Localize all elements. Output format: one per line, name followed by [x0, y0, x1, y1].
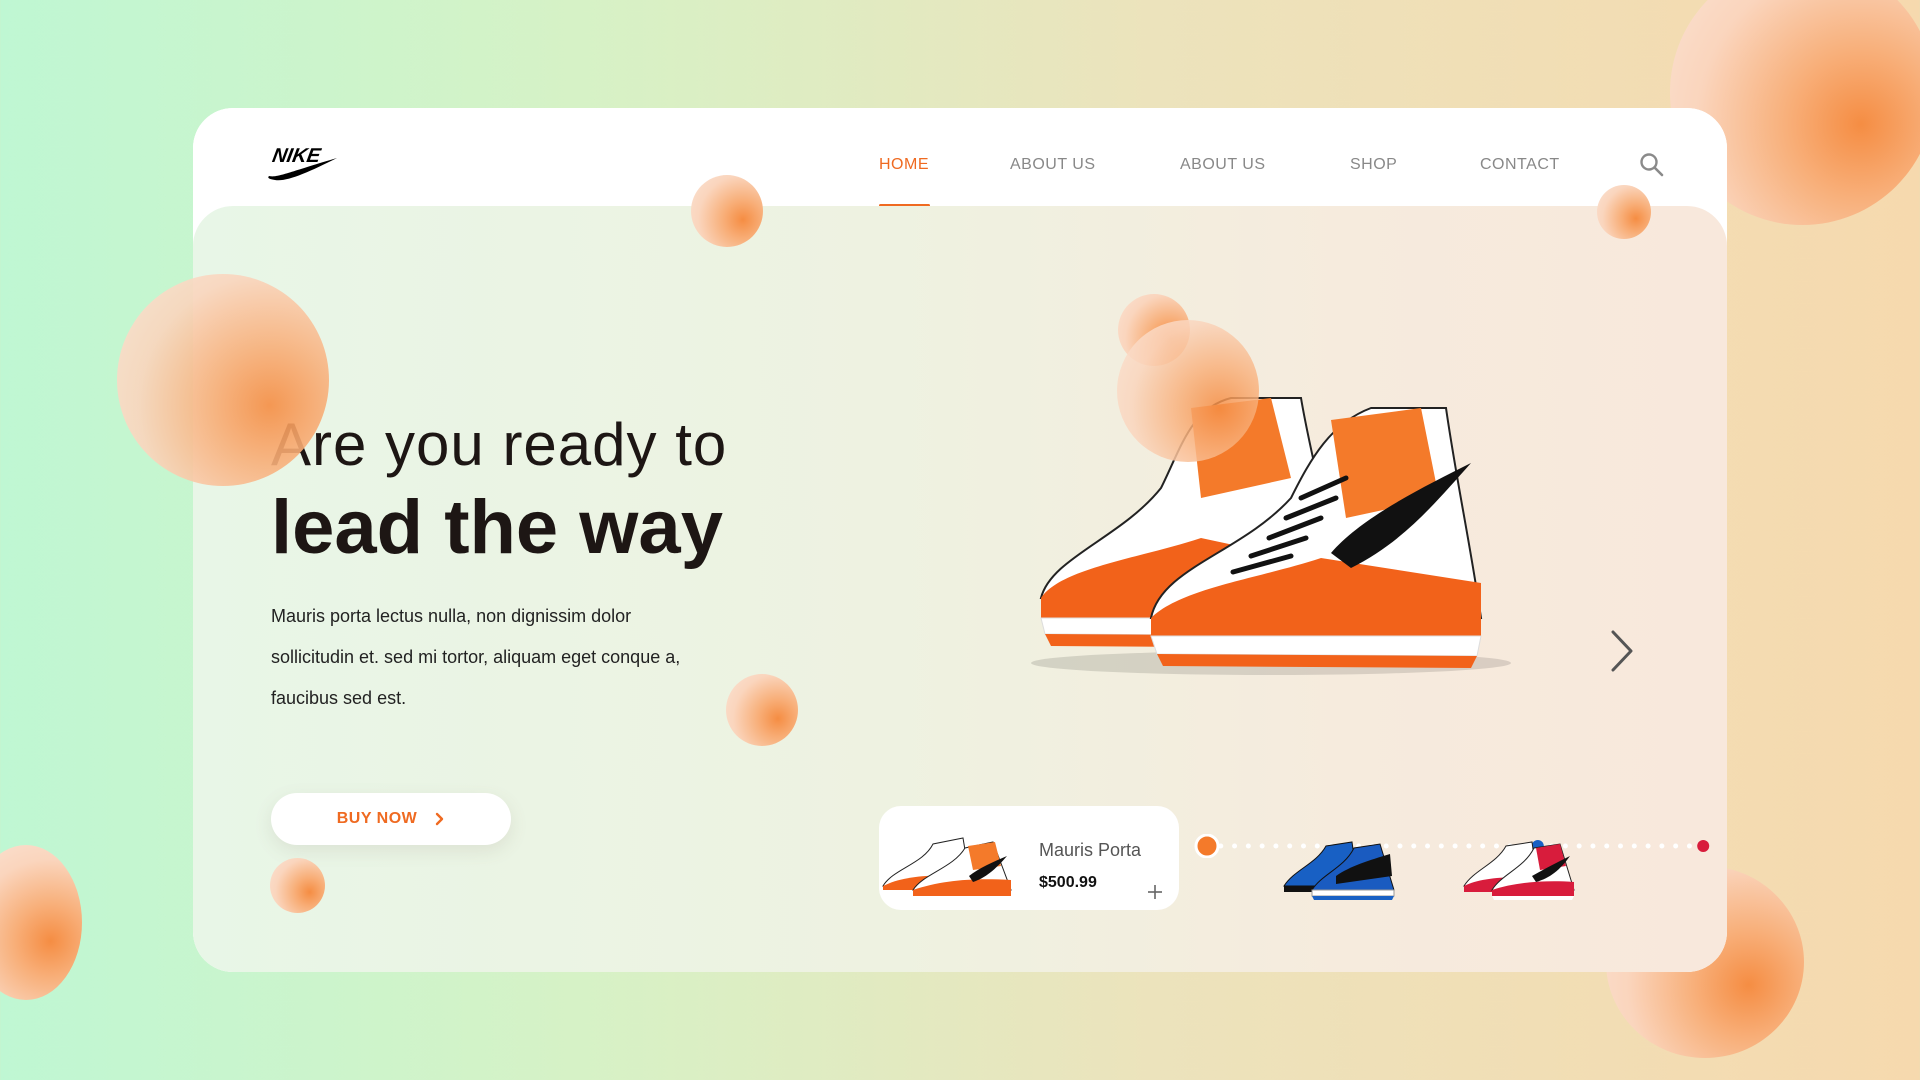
hero-description: Mauris porta lectus nulla, non dignissim…: [271, 606, 681, 708]
product-thumbnail-orange: [882, 837, 1012, 896]
carousel-dot[interactable]: [1618, 843, 1624, 849]
main-card: NIKE HOME ABOUT US ABOUT US SHOP CONTACT…: [193, 108, 1727, 972]
product-name: Mauris Porta: [1039, 840, 1142, 860]
carousel-dot[interactable]: [1686, 843, 1692, 849]
product-thumbnail-blue[interactable]: [1276, 826, 1406, 906]
nav-shop[interactable]: SHOP: [1350, 156, 1397, 174]
decor-bubble: [1117, 320, 1259, 462]
buy-now-button[interactable]: BUY NOW: [271, 793, 511, 845]
carousel-dot-marker[interactable]: [1194, 834, 1220, 858]
carousel-dot[interactable]: [1425, 843, 1431, 849]
svg-text:NIKE: NIKE: [271, 145, 323, 167]
carousel-dot[interactable]: [1218, 843, 1224, 849]
carousel-dot[interactable]: [1438, 843, 1444, 849]
chevron-right-icon[interactable]: [1607, 626, 1637, 676]
headline-line-2: lead the way: [271, 485, 723, 570]
top-nav: NIKE HOME ABOUT US ABOUT US SHOP CONTACT: [193, 108, 1727, 207]
carousel-dot[interactable]: [1590, 843, 1596, 849]
decor-bubble: [270, 858, 325, 913]
nike-swoosh-icon[interactable]: NIKE: [267, 142, 339, 182]
hero-sneaker-image: [1031, 397, 1511, 675]
decor-bubble: [726, 674, 798, 746]
carousel-dot-marker[interactable]: [1697, 840, 1710, 852]
nav-about-us-2[interactable]: ABOUT US: [1180, 156, 1266, 174]
product-price: $500.99: [1039, 874, 1097, 891]
decor-bubble: [1597, 185, 1651, 239]
decor-bubble: [117, 274, 329, 486]
chevron-right-icon: [436, 812, 444, 826]
nav-about-us[interactable]: ABOUT US: [1010, 156, 1096, 174]
carousel-dot[interactable]: [1245, 843, 1251, 849]
carousel-dot[interactable]: [1645, 843, 1651, 849]
carousel-dot[interactable]: [1604, 843, 1610, 849]
carousel-dot[interactable]: [1631, 843, 1637, 849]
decor-bubble: [0, 845, 82, 1000]
headline-line-1: Are you ready to: [271, 411, 728, 478]
search-icon[interactable]: [1639, 152, 1665, 178]
nav-contact[interactable]: CONTACT: [1480, 156, 1560, 174]
carousel-dot[interactable]: [1673, 843, 1679, 849]
product-card[interactable]: Mauris Porta $500.99: [879, 806, 1179, 910]
carousel-dot[interactable]: [1659, 843, 1665, 849]
carousel-dot[interactable]: [1411, 843, 1417, 849]
nav-home[interactable]: HOME: [879, 156, 929, 174]
carousel-dot[interactable]: [1232, 843, 1238, 849]
buy-now-label: BUY NOW: [336, 810, 418, 827]
plus-icon[interactable]: [1147, 884, 1163, 900]
carousel-dot[interactable]: [1259, 843, 1265, 849]
product-thumbnail-red[interactable]: [1456, 826, 1586, 906]
decor-bubble: [691, 175, 763, 247]
